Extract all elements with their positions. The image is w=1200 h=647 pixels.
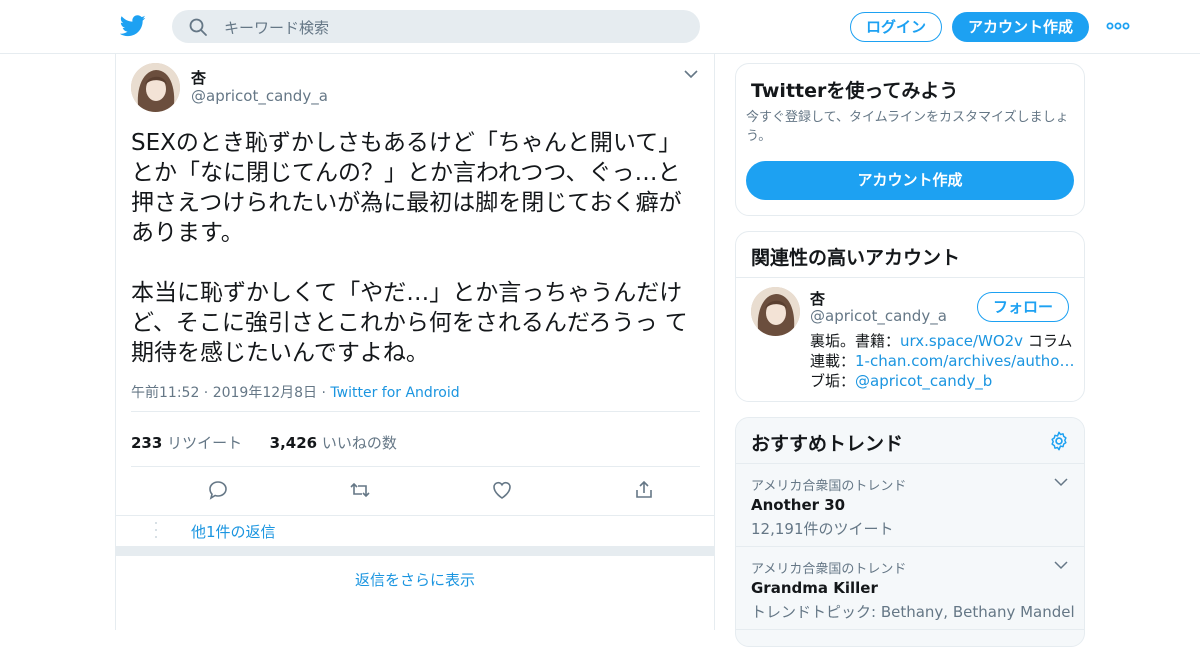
bio-link[interactable]: 1-chan.com/archives/autho… (855, 352, 1074, 370)
related-accounts-title: 関連性の高いアカウント (751, 247, 961, 269)
login-button[interactable]: ログイン (850, 12, 942, 42)
retweet-count[interactable]: 233 (131, 434, 162, 452)
retweet-icon[interactable] (348, 478, 372, 502)
related-account-handle[interactable]: @apricot_candy_a (810, 307, 947, 325)
search-box[interactable]: キーワード検索 (172, 10, 700, 43)
chevron-down-icon[interactable] (683, 68, 699, 80)
bio-text: ブ垢： (810, 372, 856, 390)
signup-card-button[interactable]: アカウント作成 (746, 161, 1074, 200)
divider (131, 411, 700, 412)
bio-text: 裏垢。書籍： (810, 332, 901, 350)
trend-name[interactable]: Another 30 (751, 496, 845, 514)
trend-item[interactable]: アメリカ合衆国のトレンド Another 30 12,191件のツイート (736, 464, 1084, 547)
tweet-source-link[interactable]: Twitter for Android (330, 385, 459, 401)
trend-meta: トレンドトピック: Bethany, Bethany Mandel (751, 603, 1075, 621)
divider (131, 466, 700, 467)
tweet-actions (131, 478, 700, 504)
twitter-bird-icon[interactable] (120, 14, 146, 38)
bio-link[interactable]: @apricot_candy_b (855, 372, 992, 390)
share-icon[interactable] (632, 478, 656, 502)
chevron-down-icon[interactable] (1054, 560, 1068, 570)
avatar[interactable] (131, 63, 180, 112)
more-dots-icon[interactable] (1106, 18, 1130, 34)
like-count[interactable]: 3,426 (270, 434, 317, 452)
trend-context: アメリカ合衆国のトレンド (751, 562, 907, 577)
tweet-stats: 233 リツイート 3,426 いいねの数 (131, 432, 397, 453)
tweet-text: SEXのとき恥ずかしさもあるけど「ちゃんと開いて」とか「なに閉じてんの？」とか言… (131, 130, 688, 366)
like-label[interactable]: いいねの数 (322, 434, 397, 452)
show-more-replies-link[interactable]: 返信をさらに表示 (116, 569, 714, 590)
signup-card: Twitterを使ってみよう 今すぐ登録して、タイムラインをカスタマイズしましょ… (735, 63, 1085, 216)
related-account-bio: 裏垢。書籍：urx.space/WO2v コラム 連載：1-chan.com/a… (810, 331, 1076, 391)
reply-icon[interactable] (206, 478, 230, 502)
avatar-image (751, 287, 800, 336)
vertical-dots-icon (155, 522, 157, 538)
trend-meta: 12,191件のツイート (751, 520, 894, 538)
tweet-timestamp[interactable]: 午前11:52 · 2019年12月8日 · (131, 385, 326, 401)
avatar[interactable] (751, 287, 800, 336)
trend-item[interactable]: アメリカ合衆国のトレンド Grandma Killer トレンドトピック: Be… (736, 547, 1084, 630)
retweet-label[interactable]: リツイート (167, 434, 242, 452)
follow-button[interactable]: フォロー (977, 292, 1069, 322)
more-replies-row[interactable]: 他1件の返信 (116, 516, 714, 546)
tweet-detail-column: 杏 @apricot_candy_a SEXのとき恥ずかしさもあるけど「ちゃんと… (115, 54, 715, 630)
signup-card-description: 今すぐ登録して、タイムラインをカスタマイズしましょう。 (746, 110, 1069, 144)
tweet-meta: 午前11:52 · 2019年12月8日 · Twitter for Andro… (131, 382, 460, 402)
bio-text: コラム (1023, 332, 1073, 350)
more-replies-link[interactable]: 他1件の返信 (191, 521, 276, 542)
bio-link[interactable]: urx.space/WO2v (900, 332, 1023, 350)
chevron-down-icon[interactable] (1054, 477, 1068, 487)
author-name[interactable]: 杏 (191, 67, 206, 88)
bio-text: 連載： (810, 352, 856, 370)
avatar-image (131, 63, 180, 112)
bio-text: サ (1074, 352, 1076, 370)
related-account-name[interactable]: 杏 (810, 288, 825, 309)
section-separator (116, 546, 714, 556)
trends-title: おすすめトレンド (751, 433, 904, 455)
gear-icon[interactable] (1048, 430, 1070, 452)
trend-name[interactable]: Grandma Killer (751, 579, 878, 597)
author-handle[interactable]: @apricot_candy_a (191, 87, 328, 105)
signup-button[interactable]: アカウント作成 (952, 12, 1089, 42)
search-icon (189, 18, 207, 36)
search-input[interactable]: キーワード検索 (224, 17, 329, 38)
divider (736, 277, 1084, 278)
signup-card-title: Twitterを使ってみよう (751, 80, 959, 102)
top-navigation-bar: キーワード検索 ログイン アカウント作成 (0, 0, 1200, 54)
trends-card: おすすめトレンド アメリカ合衆国のトレンド Another 30 12,191件… (735, 417, 1085, 647)
like-heart-icon[interactable] (490, 478, 514, 502)
trend-context: アメリカ合衆国のトレンド (751, 479, 907, 494)
related-accounts-card: 関連性の高いアカウント 杏 @apricot_candy_a フォロー 裏垢。書… (735, 231, 1085, 402)
trends-header: おすすめトレンド (736, 418, 1084, 464)
